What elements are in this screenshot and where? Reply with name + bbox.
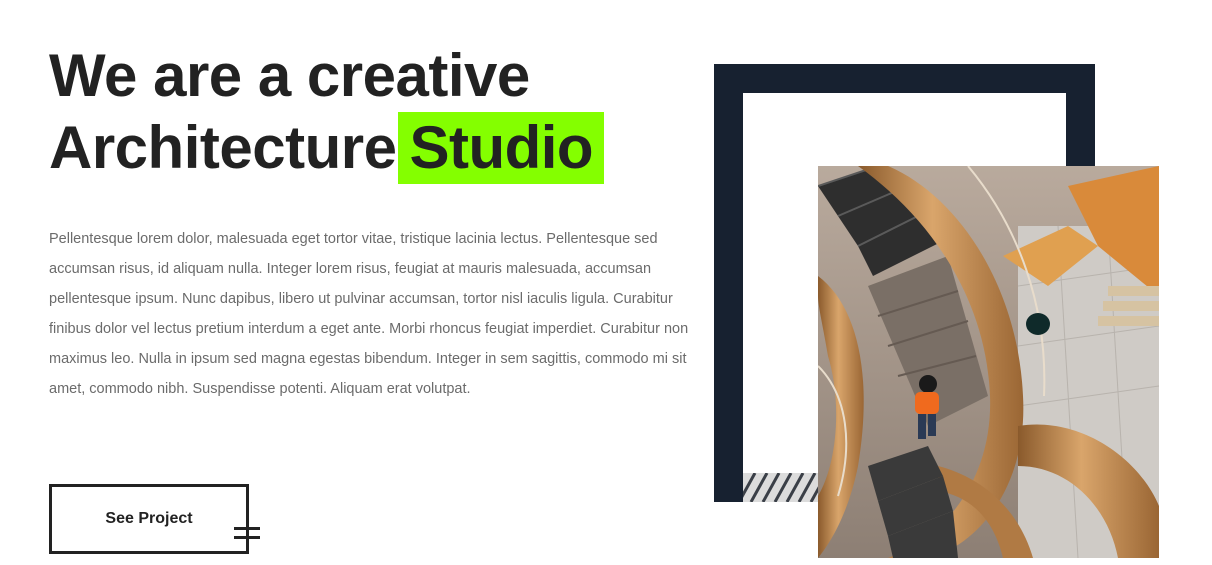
hero-description: Pellentesque lorem dolor, malesuada eget…: [49, 231, 689, 397]
hero-section: We are a creative Architecture Studio Pel…: [0, 0, 1212, 565]
hero-title-highlight: Studio: [398, 112, 605, 184]
see-project-button[interactable]: See Project: [49, 484, 249, 554]
hero-title-line-2: Architecture Studio: [49, 112, 605, 184]
staircase-photo: [818, 166, 1159, 558]
hero-title: We are a creative Architecture Studio: [49, 40, 605, 184]
hero-title-main-word: Architecture: [49, 114, 397, 181]
frame-peek-photo: [743, 473, 818, 502]
hero-title-line-1: We are a creative: [49, 42, 530, 109]
button-decor-lines: [234, 527, 260, 541]
